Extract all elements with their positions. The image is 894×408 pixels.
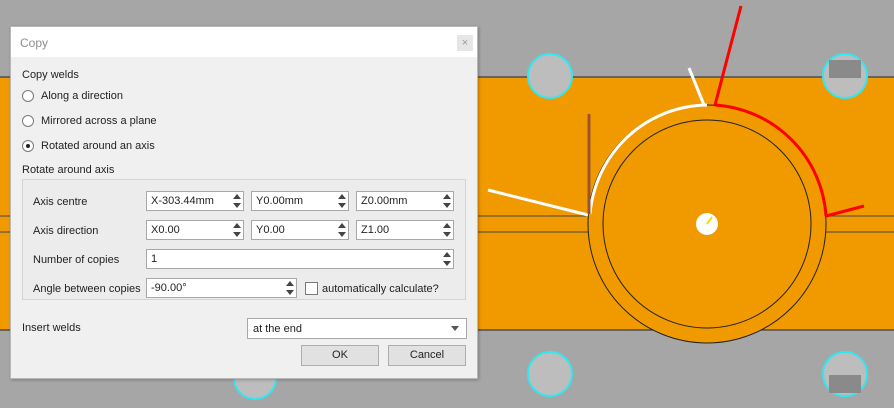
cancel-button[interactable]: Cancel [388,345,466,366]
axis-centre-y-input[interactable]: Y0.00mm [251,191,349,211]
spin-up-icon[interactable] [286,281,294,286]
spin-up-icon[interactable] [338,194,346,199]
radio-label: Mirrored across a plane [41,115,157,127]
spin-up-icon[interactable] [233,223,241,228]
auto-calculate-label[interactable]: automatically calculate? [322,283,439,295]
insert-welds-label: Insert welds [22,322,81,334]
copy-welds-label: Copy welds [22,69,79,81]
close-icon: × [461,37,469,49]
number-of-copies-input[interactable]: 1 [146,249,454,269]
bolt-hole-top-right-fill [829,60,861,78]
dialog-title: Copy [20,36,49,50]
angle-between-copies-input[interactable]: -90.00° [146,278,297,298]
spin-arrows[interactable] [441,221,453,239]
close-button[interactable]: × [457,35,473,51]
spin-arrows[interactable] [336,221,348,239]
axis-centre-x-value: X-303.44mm [151,195,214,207]
radio-label: Along a direction [41,90,123,102]
spin-down-icon[interactable] [286,290,294,295]
axis-centre-label: Axis centre [33,196,88,208]
bolt-hole-bottom-right-fill [829,375,861,393]
ok-button[interactable]: OK [301,345,379,366]
axis-direction-y-value: Y0.00 [256,224,285,236]
radio-circle[interactable] [22,115,34,127]
spin-down-icon[interactable] [443,261,451,266]
spin-up-icon[interactable] [443,223,451,228]
spin-down-icon[interactable] [338,232,346,237]
axis-centre-z-input[interactable]: Z0.00mm [356,191,454,211]
axis-centre-y-value: Y0.00mm [256,195,304,207]
axis-centre-z-value: Z0.00mm [361,195,408,207]
spin-down-icon[interactable] [443,232,451,237]
radio-circle[interactable] [22,90,34,102]
insert-welds-value: at the end [253,323,302,335]
spin-arrows[interactable] [231,221,243,239]
chevron-down-icon[interactable] [451,326,459,331]
bolt-hole-top-left [527,53,573,99]
copy-dialog: Copy × Copy welds Along a direction Mirr… [10,26,478,379]
spin-arrows[interactable] [441,250,453,268]
spin-arrows[interactable] [284,279,296,297]
radio-selected-dot [26,144,30,148]
axis-direction-x-input[interactable]: X0.00 [146,220,244,240]
radio-circle-selected[interactable] [22,140,34,152]
number-of-copies-value: 1 [151,253,158,265]
spin-up-icon[interactable] [233,194,241,199]
radio-label: Rotated around an axis [41,140,155,152]
spin-arrows[interactable] [441,192,453,210]
spin-down-icon[interactable] [233,232,241,237]
dialog-titlebar[interactable]: Copy × [11,27,477,57]
spin-up-icon[interactable] [338,223,346,228]
axis-direction-z-input[interactable]: Z1.00 [356,220,454,240]
bolt-hole-bottom-left [527,351,573,397]
axis-direction-y-input[interactable]: Y0.00 [251,220,349,240]
spin-down-icon[interactable] [443,203,451,208]
axis-direction-label: Axis direction [33,225,99,237]
spin-arrows[interactable] [231,192,243,210]
spin-up-icon[interactable] [443,194,451,199]
rotate-section-label: Rotate around axis [22,164,115,176]
angle-between-copies-value: -90.00° [151,282,187,294]
angle-between-copies-label: Angle between copies [33,283,141,295]
axis-direction-x-value: X0.00 [151,224,180,236]
spin-arrows[interactable] [336,192,348,210]
spin-up-icon[interactable] [443,252,451,257]
rotate-axis-group: Axis centre X-303.44mm Y0.00mm Z0.00mm A… [22,179,466,300]
axis-direction-z-value: Z1.00 [361,224,390,236]
axis-centre-x-input[interactable]: X-303.44mm [146,191,244,211]
spin-down-icon[interactable] [233,203,241,208]
auto-calculate-checkbox[interactable] [305,282,318,295]
insert-welds-select[interactable]: at the end [247,318,467,339]
number-of-copies-label: Number of copies [33,254,120,266]
spin-down-icon[interactable] [338,203,346,208]
